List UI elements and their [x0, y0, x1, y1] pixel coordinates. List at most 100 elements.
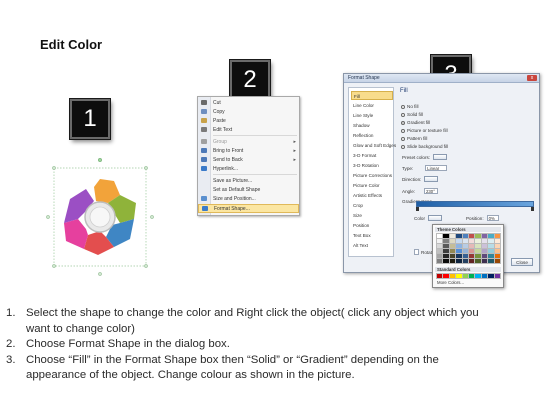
color-swatch[interactable]	[493, 233, 501, 239]
color-swatch[interactable]	[455, 273, 463, 279]
nav-item-line-color[interactable]: Line Color	[351, 101, 393, 110]
color-swatch[interactable]	[461, 273, 470, 279]
color-swatch[interactable]	[474, 258, 482, 264]
color-swatch[interactable]	[480, 258, 489, 264]
angle-input[interactable]: 230°	[424, 188, 439, 194]
color-swatch[interactable]	[487, 273, 495, 279]
color-swatch[interactable]	[435, 258, 444, 264]
color-swatch[interactable]	[448, 253, 457, 259]
color-swatch[interactable]	[467, 258, 476, 264]
color-swatch[interactable]	[448, 273, 457, 279]
color-swatch[interactable]	[435, 273, 444, 279]
color-swatch[interactable]	[487, 248, 495, 254]
radio-slide-background-fill[interactable]: Slide background fill	[401, 144, 448, 149]
color-swatch[interactable]	[480, 233, 489, 239]
nav-item-crop[interactable]: Crop	[351, 201, 393, 210]
menu-item-send-to-back[interactable]: Send to Back ▸	[198, 155, 299, 164]
color-swatch[interactable]	[493, 243, 501, 249]
color-swatch[interactable]	[480, 248, 489, 254]
nav-item-shadow[interactable]: Shadow	[351, 121, 393, 130]
color-swatch[interactable]	[448, 238, 457, 244]
direction-dropdown[interactable]	[424, 176, 439, 182]
menu-item-bring-to-front[interactable]: Bring to Front ▸	[198, 146, 299, 155]
color-swatch[interactable]	[442, 233, 450, 239]
color-swatch[interactable]	[474, 238, 482, 244]
color-swatch[interactable]	[480, 243, 489, 249]
color-swatch[interactable]	[474, 273, 482, 279]
radio-solid-fill[interactable]: Solid fill	[401, 112, 423, 117]
preset-colors-dropdown[interactable]	[433, 154, 448, 160]
menu-item-copy[interactable]: Copy	[198, 107, 299, 116]
color-swatch[interactable]	[467, 238, 476, 244]
type-select[interactable]: Linear	[425, 165, 448, 171]
color-swatch[interactable]	[493, 273, 501, 279]
color-swatch[interactable]	[467, 243, 476, 249]
color-swatch[interactable]	[461, 253, 470, 259]
menu-item-size-position[interactable]: Size and Position...	[198, 194, 299, 203]
color-swatch[interactable]	[487, 243, 495, 249]
color-swatch[interactable]	[480, 238, 489, 244]
menu-item-edit-text[interactable]: Edit Text	[198, 125, 299, 134]
gradient-stops-bar[interactable]	[416, 201, 534, 207]
nav-item-picture-color[interactable]: Picture Color	[351, 181, 393, 190]
nav-item-reflection[interactable]: Reflection	[351, 131, 393, 140]
color-swatch[interactable]	[461, 248, 470, 254]
menu-item-set-default-shape[interactable]: Set as Default Shape	[198, 185, 299, 194]
color-swatch[interactable]	[474, 243, 482, 249]
color-swatch[interactable]	[442, 238, 450, 244]
radio-picture-fill[interactable]: Picture or texture fill	[401, 128, 448, 133]
radio-gradient-fill[interactable]: Gradient fill	[401, 120, 430, 125]
radio-no-fill[interactable]: No fill	[401, 104, 419, 109]
color-swatch[interactable]	[442, 243, 450, 249]
color-swatch[interactable]	[487, 233, 495, 239]
color-swatch[interactable]	[461, 238, 470, 244]
nav-item-3d-format[interactable]: 3-D Format	[351, 151, 393, 160]
color-swatch[interactable]	[442, 253, 450, 259]
menu-item-format-shape[interactable]: Format Shape...	[198, 204, 299, 213]
nav-item-alt-text[interactable]: Alt Text	[351, 241, 393, 250]
color-swatch[interactable]	[435, 253, 444, 259]
color-swatch[interactable]	[448, 233, 457, 239]
menu-item-paste[interactable]: Paste	[198, 116, 299, 125]
color-swatch[interactable]	[442, 273, 450, 279]
color-swatch[interactable]	[455, 248, 463, 254]
color-swatch[interactable]	[461, 233, 470, 239]
color-swatch[interactable]	[467, 233, 476, 239]
color-swatch[interactable]	[493, 253, 501, 259]
nav-item-3d-rotation[interactable]: 3-D Rotation	[351, 161, 393, 170]
nav-item-artistic-effects[interactable]: Artistic Effects	[351, 191, 393, 200]
color-swatch[interactable]	[448, 258, 457, 264]
color-swatch[interactable]	[461, 243, 470, 249]
nav-item-text-box[interactable]: Text Box	[351, 231, 393, 240]
color-swatch[interactable]	[480, 253, 489, 259]
stop-color-button[interactable]	[427, 215, 442, 221]
color-swatch[interactable]	[455, 253, 463, 259]
gradient-stop-handle[interactable]	[531, 207, 534, 211]
close-icon[interactable]: x	[527, 75, 537, 81]
gradient-stop-handle[interactable]	[416, 207, 419, 211]
color-swatch[interactable]	[435, 248, 444, 254]
color-swatch[interactable]	[435, 238, 444, 244]
color-swatch[interactable]	[455, 243, 463, 249]
color-swatch[interactable]	[442, 258, 450, 264]
position-input[interactable]: 0%	[486, 215, 499, 221]
color-swatch[interactable]	[435, 233, 444, 239]
nav-item-line-style[interactable]: Line Style	[351, 111, 393, 120]
nav-item-position[interactable]: Position	[351, 221, 393, 230]
more-colors-link[interactable]: More Colors...	[437, 280, 464, 285]
color-swatch[interactable]	[474, 253, 482, 259]
color-swatch[interactable]	[493, 238, 501, 244]
color-swatch[interactable]	[493, 248, 501, 254]
menu-item-hyperlink[interactable]: Hyperlink...	[198, 164, 299, 173]
nav-item-picture-corrections[interactable]: Picture Corrections	[351, 171, 393, 180]
color-swatch[interactable]	[448, 248, 457, 254]
color-swatch[interactable]	[467, 273, 476, 279]
color-swatch[interactable]	[487, 253, 495, 259]
color-swatch[interactable]	[442, 248, 450, 254]
color-swatch[interactable]	[455, 258, 463, 264]
nav-item-size[interactable]: Size	[351, 211, 393, 220]
color-swatch[interactable]	[474, 233, 482, 239]
color-swatch[interactable]	[455, 233, 463, 239]
nav-item-glow[interactable]: Glow and Soft Edges	[351, 141, 396, 150]
color-swatch[interactable]	[435, 243, 444, 249]
